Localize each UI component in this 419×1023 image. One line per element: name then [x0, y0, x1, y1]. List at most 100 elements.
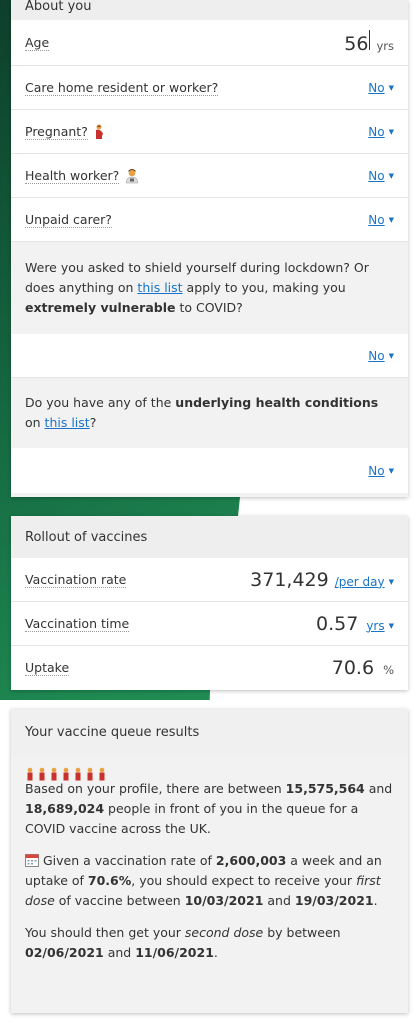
- vaccination-rate-unit-dropdown[interactable]: /per day ▼: [335, 575, 394, 589]
- about-you-card: About you Age 56 yrs Care home resident …: [11, 0, 408, 497]
- unpaid-carer-label: Unpaid carer?: [25, 211, 112, 228]
- conditions-text-b: on: [25, 415, 45, 430]
- first-dose-text-e: and: [263, 893, 295, 908]
- vaccination-time-unit-dropdown[interactable]: yrs ▼: [366, 619, 394, 633]
- vaccination-rate-row: Vaccination rate 371,429 /per day ▼: [11, 558, 408, 602]
- about-you-title: About you: [25, 0, 92, 14]
- first-dose-from: 10/03/2021: [184, 893, 264, 908]
- results-card: Your vaccine queue results Based on your…: [11, 709, 408, 1013]
- second-dose-text-c: and: [103, 945, 136, 960]
- queue-text-b: and: [364, 781, 393, 796]
- results-title: Your vaccine queue results: [25, 724, 200, 740]
- pregnant-label: Pregnant?: [25, 123, 88, 140]
- vaccination-time-label: Vaccination time: [25, 615, 130, 632]
- first-dose-rate: 2,600,003: [215, 853, 287, 868]
- health-worker-row: Health worker? No ▼: [11, 154, 408, 198]
- shield-dropdown[interactable]: No ▼: [368, 349, 394, 363]
- health-worker-label: Health worker?: [25, 167, 120, 184]
- second-dose-paragraph: You should then get your second dose by …: [25, 923, 394, 963]
- uptake-label: Uptake: [25, 660, 70, 676]
- shield-text-b: apply to you, making you: [182, 280, 346, 295]
- first-dose-uptake: 70.6%: [87, 873, 132, 888]
- pregnant-dropdown[interactable]: No ▼: [368, 125, 394, 139]
- conditions-question: Do you have any of the underlying health…: [11, 378, 408, 448]
- first-dose-text-f: .: [373, 893, 378, 908]
- queue-high: 18,689,024: [25, 801, 105, 816]
- age-value[interactable]: 56: [344, 33, 368, 55]
- conditions-list-link[interactable]: this list: [45, 415, 90, 430]
- shield-text-bold: extremely vulnerable: [25, 300, 176, 315]
- first-dose-to: 19/03/2021: [294, 893, 374, 908]
- results-body: Based on your profile, there are between…: [11, 755, 408, 963]
- about-you-header: About you: [11, 0, 408, 20]
- conditions-value: No: [368, 463, 385, 478]
- caret-down-icon: ▼: [388, 83, 394, 92]
- queue-low: 15,575,564: [285, 781, 365, 796]
- care-home-value: No: [368, 80, 385, 95]
- shield-text-c: to COVID?: [175, 300, 243, 315]
- first-dose-text-a: Given a vaccination rate of: [39, 853, 216, 868]
- health-worker-label-wrap: Health worker?: [25, 168, 140, 184]
- rollout-title: Rollout of vaccines: [25, 529, 148, 545]
- care-home-row: Care home resident or worker? No ▼: [11, 66, 408, 110]
- conditions-question-text: Do you have any of the underlying health…: [25, 393, 394, 433]
- uptake-value[interactable]: 70.6: [332, 657, 374, 679]
- pregnant-label-wrap: Pregnant?: [25, 124, 105, 140]
- care-home-dropdown[interactable]: No ▼: [368, 81, 394, 95]
- pregnant-woman-icon: [95, 124, 103, 139]
- second-dose-from: 02/06/2021: [25, 945, 104, 960]
- health-worker-dropdown[interactable]: No ▼: [368, 169, 394, 183]
- unpaid-carer-row: Unpaid carer? No ▼: [11, 198, 408, 242]
- health-worker-icon: [126, 168, 139, 183]
- caret-down-icon: ▼: [388, 171, 394, 180]
- conditions-text-bold: underlying health conditions: [175, 395, 379, 410]
- caret-down-icon: ▼: [388, 577, 394, 586]
- second-dose-text-d: .: [213, 945, 218, 960]
- caret-down-icon: ▼: [388, 466, 394, 475]
- shield-value: No: [368, 348, 385, 363]
- conditions-text-a: Do you have any of the: [25, 395, 176, 410]
- rollout-card: Rollout of vaccines Vaccination rate 371…: [11, 516, 408, 690]
- vaccination-rate-value-wrap: 371,429 /per day ▼: [250, 569, 394, 591]
- second-dose-to: 11/06/2021: [135, 945, 214, 960]
- vaccination-rate-label: Vaccination rate: [25, 571, 127, 588]
- first-dose-text-c: , you should expect to receive your: [131, 873, 357, 888]
- unpaid-carer-dropdown[interactable]: No ▼: [368, 213, 394, 227]
- first-dose-text-d: of vaccine between: [54, 893, 185, 908]
- age-label: Age: [25, 34, 50, 51]
- caret-down-icon: ▼: [388, 127, 394, 136]
- background-right: [408, 0, 419, 1023]
- conditions-dropdown[interactable]: No ▼: [368, 464, 394, 478]
- conditions-text-c: ?: [89, 415, 97, 430]
- uptake-unit: %: [383, 663, 394, 677]
- health-worker-value: No: [368, 168, 385, 183]
- shield-question: Were you asked to shield yourself during…: [11, 242, 408, 334]
- unpaid-carer-value: No: [368, 212, 385, 227]
- first-dose-paragraph: Given a vaccination rate of 2,600,003 a …: [25, 851, 394, 911]
- pregnant-value: No: [368, 124, 385, 139]
- vaccination-time-value[interactable]: 0.57: [316, 613, 358, 635]
- care-home-label: Care home resident or worker?: [25, 79, 219, 96]
- queue-text-a: Based on your profile, there are between: [25, 781, 286, 796]
- pregnant-row: Pregnant? No ▼: [11, 110, 408, 154]
- second-dose-text-a: You should then get your: [25, 925, 185, 940]
- queue-paragraph: Based on your profile, there are between…: [25, 779, 394, 839]
- vaccination-time-unit: yrs: [366, 618, 385, 633]
- uptake-row: Uptake 70.6 %: [11, 646, 408, 690]
- age-field[interactable]: 56 yrs: [344, 30, 394, 55]
- calendar-icon: [25, 854, 39, 867]
- second-dose-emphasis: second dose: [184, 925, 264, 940]
- vaccination-rate-value[interactable]: 371,429: [250, 569, 329, 591]
- age-unit: yrs: [376, 39, 394, 53]
- vaccination-time-value-wrap: 0.57 yrs ▼: [316, 613, 394, 635]
- vaccination-rate-unit: /per day: [334, 574, 385, 589]
- text-cursor: [369, 30, 371, 50]
- caret-down-icon: ▼: [388, 351, 394, 360]
- caret-down-icon: ▼: [388, 215, 394, 224]
- caret-down-icon: ▼: [388, 621, 394, 630]
- second-dose-text-b: by between: [263, 925, 341, 940]
- conditions-answer-row: No ▼: [11, 448, 408, 493]
- shield-question-text: Were you asked to shield yourself during…: [25, 258, 394, 318]
- age-row: Age 56 yrs: [11, 20, 408, 66]
- shield-list-link[interactable]: this list: [137, 280, 182, 295]
